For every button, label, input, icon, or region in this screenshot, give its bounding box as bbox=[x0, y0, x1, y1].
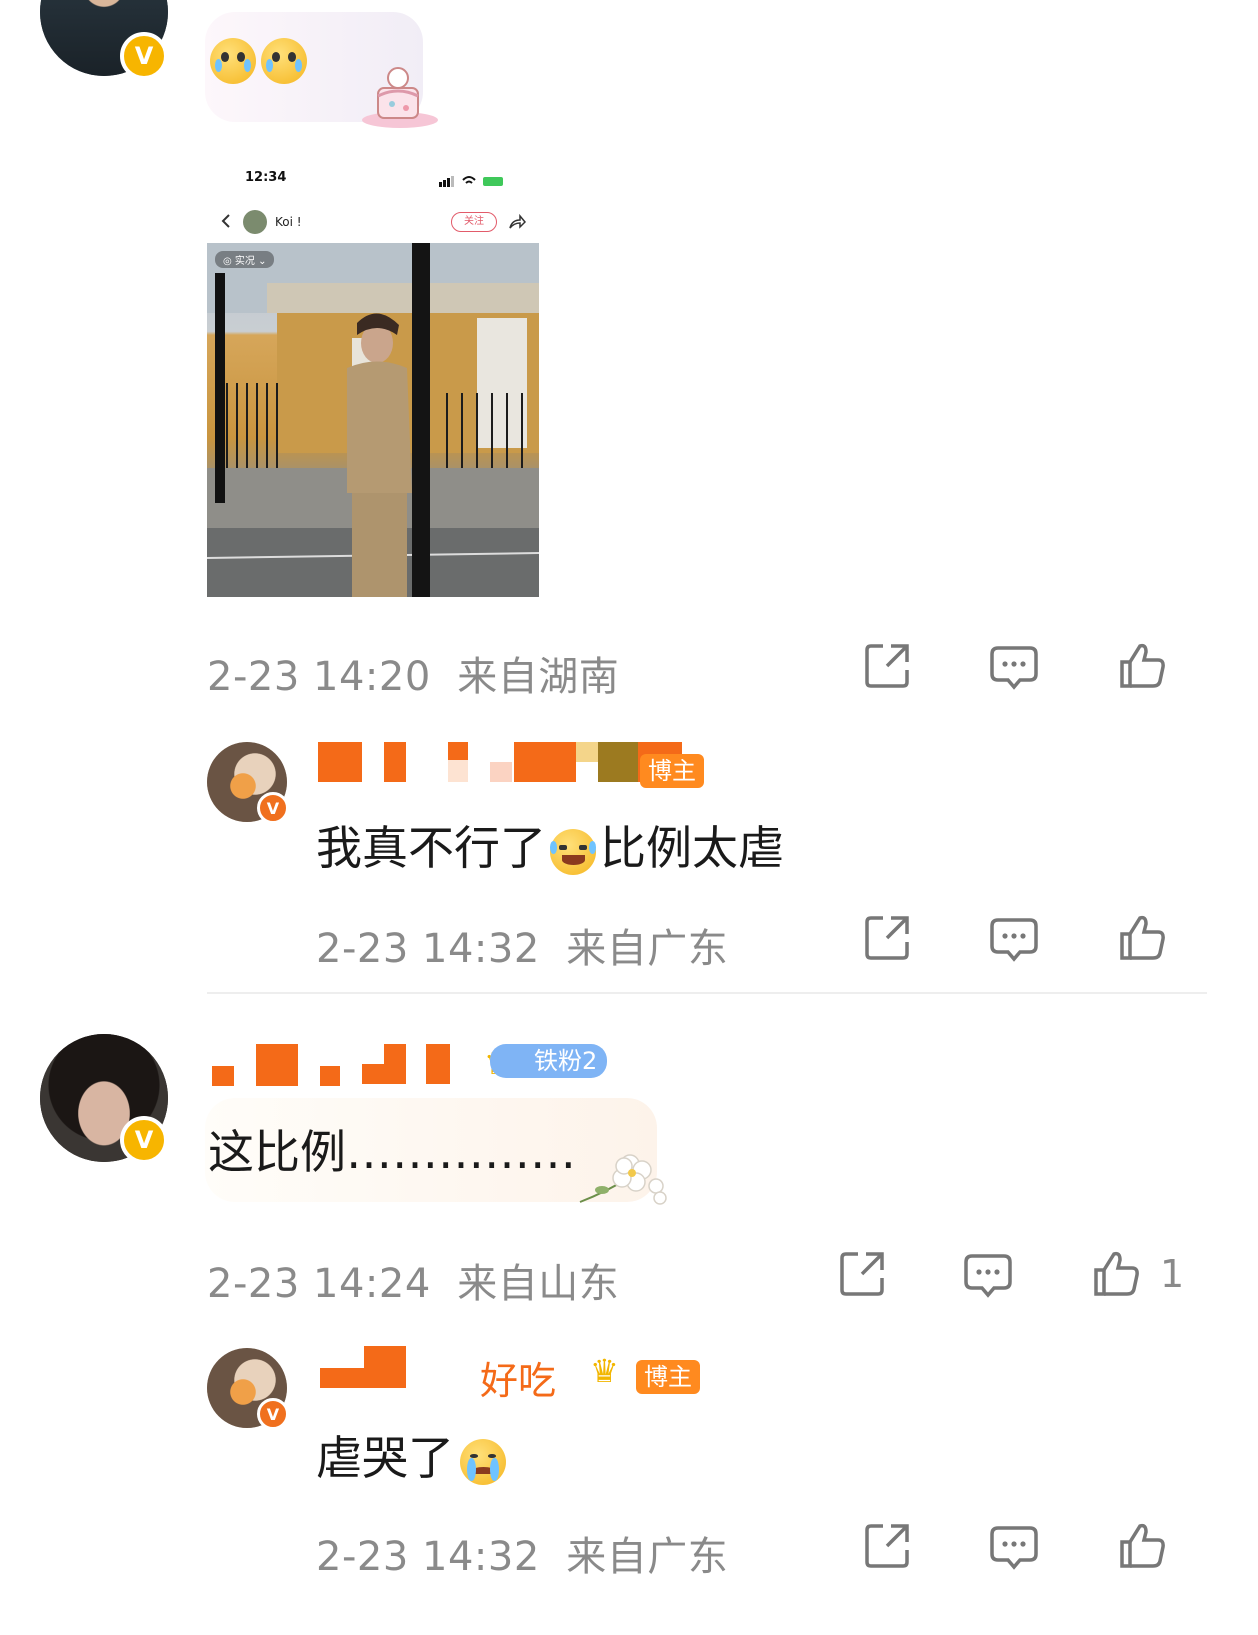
comment-icon[interactable] bbox=[962, 1248, 1014, 1300]
verified-badge-icon: V bbox=[120, 32, 168, 80]
like-count: 1 bbox=[1160, 1252, 1185, 1296]
emoji-crying bbox=[460, 1438, 506, 1485]
verified-badge-icon: V bbox=[120, 1116, 168, 1164]
share-icon[interactable] bbox=[836, 1248, 888, 1300]
preview-status-time: 12:34 bbox=[245, 170, 287, 185]
comment-timestamp: 2-23 14:20 来自湖南 bbox=[207, 654, 620, 700]
share-icon[interactable] bbox=[861, 640, 913, 692]
username-visible-part: 好吃 bbox=[480, 1359, 557, 1403]
reply-text: 我真不行了 比例太虐 bbox=[316, 821, 784, 875]
preview-author-avatar bbox=[243, 210, 267, 234]
cake-sticker-decoration bbox=[350, 60, 438, 130]
like-icon[interactable] bbox=[1116, 1520, 1168, 1572]
reply-timestamp: 2-23 14:32 来自广东 bbox=[316, 926, 729, 972]
comment-timestamp: 2-23 14:24 来自山东 bbox=[207, 1261, 620, 1307]
flower-sticker-decoration bbox=[576, 1142, 672, 1214]
blogger-badge: 博主 bbox=[636, 1360, 700, 1394]
username-blurred bbox=[212, 1044, 482, 1086]
like-icon[interactable] bbox=[1116, 640, 1168, 692]
comment-icon[interactable] bbox=[988, 1520, 1040, 1572]
preview-photo: ◎ 实况 ⌄ bbox=[207, 243, 539, 597]
comment-text: 这比例…………… bbox=[208, 1125, 576, 1179]
blogger-badge: 博主 bbox=[640, 754, 704, 788]
thread-divider bbox=[207, 992, 1207, 994]
preview-follow-button: 关注 bbox=[451, 212, 497, 232]
verified-badge-icon: V bbox=[257, 1398, 289, 1430]
back-chevron-icon[interactable] bbox=[219, 213, 233, 229]
emoji-laughing-crying bbox=[550, 828, 596, 875]
reply-timestamp: 2-23 14:32 来自广东 bbox=[316, 1534, 729, 1580]
preview-status-icons bbox=[439, 172, 509, 187]
share-icon[interactable] bbox=[861, 1520, 913, 1572]
verified-badge-icon: V bbox=[257, 792, 289, 824]
like-icon[interactable] bbox=[1116, 912, 1168, 964]
share-icon[interactable] bbox=[861, 912, 913, 964]
fan-level-badge: 铁粉2 bbox=[490, 1044, 608, 1078]
crown-icon: ♛ bbox=[590, 1352, 619, 1390]
preview-author-name: Koi ! bbox=[275, 215, 302, 229]
like-icon[interactable] bbox=[1090, 1248, 1142, 1300]
live-photo-tag: ◎ 实况 ⌄ bbox=[215, 251, 275, 268]
comment-icon[interactable] bbox=[988, 912, 1040, 964]
reply-text: 虐哭了 bbox=[316, 1422, 506, 1488]
emoji-holding-back-tears-2 bbox=[261, 38, 307, 84]
emoji-holding-back-tears-1 bbox=[210, 38, 256, 84]
comment-image[interactable]: 12:34 Koi ! 关注 ◎ 实况 ⌄ bbox=[207, 158, 539, 597]
username-blurred bbox=[320, 1346, 440, 1388]
comment-icon[interactable] bbox=[988, 640, 1040, 692]
preview-share-icon bbox=[507, 212, 527, 232]
